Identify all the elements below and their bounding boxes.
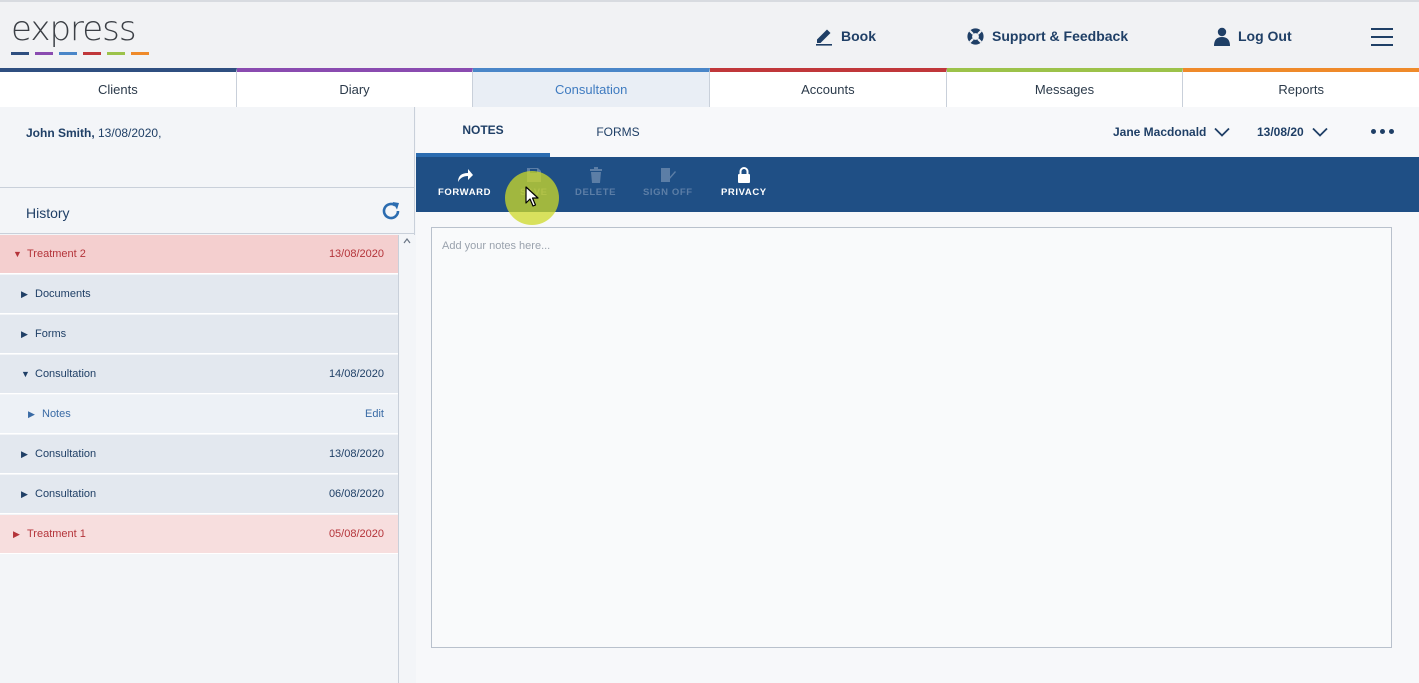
patient-info: John Smith, 13/08/2020,	[0, 107, 415, 188]
practitioner-name: Jane Macdonald	[1113, 125, 1207, 139]
tree-row-notes[interactable]: ▶ Notes Edit	[0, 395, 398, 434]
book-link[interactable]: Book	[814, 24, 876, 48]
row-label: Treatment 1	[27, 528, 86, 540]
tree-row-consultation[interactable]: ▼ Consultation 14/08/2020	[0, 355, 398, 394]
row-label: Notes	[42, 408, 71, 420]
app-header: express Book Support & Feedback Log Out	[0, 0, 1419, 68]
patient-name: John Smith,	[26, 126, 95, 140]
nav-tab-accounts[interactable]: Accounts	[710, 68, 947, 107]
trash-icon	[589, 167, 602, 183]
tree-row-treatment-1[interactable]: ▶ Treatment 1 05/08/2020	[0, 515, 398, 554]
nav-tab-messages[interactable]: Messages	[946, 68, 1184, 107]
history-panel: John Smith, 13/08/2020, History ▼ Treatm…	[0, 107, 415, 683]
sign-off-label: SIGN OFF	[643, 187, 693, 198]
notes-textarea[interactable]	[431, 227, 1392, 648]
sign-off-button[interactable]: SIGN OFF	[643, 167, 693, 198]
row-label: Consultation	[35, 368, 97, 380]
delete-button[interactable]: DELETE	[575, 167, 616, 198]
main-nav: Clients Diary Consultation Accounts Mess…	[0, 68, 1419, 107]
date-dropdown[interactable]: 13/08/20	[1257, 125, 1328, 139]
nav-tab-reports[interactable]: Reports	[1183, 68, 1419, 107]
row-date: 13/08/2020	[328, 448, 384, 460]
history-title: History	[26, 205, 70, 221]
edit-link[interactable]: Edit	[365, 408, 384, 420]
more-options-icon[interactable]	[1371, 129, 1394, 134]
notes-toolbar: FORWARD SAVE DELETE SIGN OFF PRIVACY	[416, 157, 1419, 212]
forward-label: FORWARD	[438, 187, 492, 198]
book-label: Book	[841, 28, 876, 44]
save-label: SAVE	[520, 187, 548, 198]
tree-row-forms[interactable]: ▶ Forms	[0, 315, 398, 354]
caret-right-icon[interactable]: ▶	[21, 329, 28, 340]
row-label: Treatment 2	[27, 248, 86, 260]
row-date: 14/08/2020	[328, 368, 384, 380]
delete-label: DELETE	[575, 187, 617, 198]
row-label: Documents	[35, 288, 91, 300]
practitioner-dropdown[interactable]: Jane Macdonald	[1113, 125, 1230, 139]
privacy-label: PRIVACY	[721, 187, 767, 198]
patient-date: 13/08/2020,	[94, 126, 162, 140]
tree-row-consultation[interactable]: ▶ Consultation 06/08/2020	[0, 475, 398, 514]
logo-text: express	[11, 9, 137, 49]
sign-document-icon	[660, 168, 676, 182]
nav-tab-clients[interactable]: Clients	[0, 68, 237, 107]
caret-down-icon[interactable]: ▼	[13, 249, 22, 259]
caret-right-icon[interactable]: ▶	[21, 289, 28, 300]
row-label: Consultation	[35, 488, 97, 500]
tree-row-treatment-2[interactable]: ▼ Treatment 2 13/08/2020	[0, 235, 398, 274]
express-logo[interactable]: express	[11, 12, 149, 55]
lifebuoy-icon	[967, 27, 984, 45]
refresh-icon[interactable]	[380, 200, 402, 222]
logo-bar	[11, 52, 29, 55]
forward-arrow-icon	[457, 169, 473, 182]
pencil-icon	[816, 29, 832, 46]
row-date: 13/08/2020	[328, 248, 384, 260]
save-icon	[526, 168, 541, 182]
logo-bar	[131, 52, 149, 55]
nav-tab-diary[interactable]: Diary	[236, 68, 474, 107]
consultation-tabs: NOTES FORMS Jane Macdonald 13/08/20	[416, 107, 1419, 157]
consultation-date: 13/08/20	[1257, 125, 1304, 139]
caret-right-icon[interactable]: ▶	[21, 449, 28, 460]
row-date: 06/08/2020	[328, 488, 384, 500]
history-tree: ▼ Treatment 2 13/08/2020 ▶ Documents ▶ F…	[0, 235, 398, 683]
consultation-panel: NOTES FORMS Jane Macdonald 13/08/20 FORW…	[416, 107, 1419, 683]
save-button[interactable]: SAVE	[520, 167, 548, 198]
row-date: 05/08/2020	[328, 528, 384, 540]
privacy-button[interactable]: PRIVACY	[721, 167, 767, 198]
logout-label: Log Out	[1238, 28, 1292, 44]
tab-forms[interactable]: FORMS	[551, 107, 685, 157]
caret-down-icon[interactable]: ▼	[21, 369, 30, 379]
logo-color-bars	[11, 52, 149, 55]
history-scrollbar[interactable]	[398, 235, 415, 683]
tree-row-documents[interactable]: ▶ Documents	[0, 275, 398, 314]
logo-bar	[107, 52, 125, 55]
tree-row-consultation[interactable]: ▶ Consultation 13/08/2020	[0, 435, 398, 474]
chevron-down-icon	[1312, 127, 1328, 137]
hamburger-menu-icon[interactable]	[1371, 28, 1393, 46]
history-header: History	[0, 188, 415, 234]
lock-icon	[737, 167, 750, 183]
logo-bar	[35, 52, 53, 55]
logout-link[interactable]: Log Out	[1213, 24, 1292, 48]
chevron-down-icon	[1214, 127, 1230, 137]
support-feedback-label: Support & Feedback	[992, 28, 1129, 44]
caret-right-icon[interactable]: ▶	[21, 489, 28, 500]
support-feedback-link[interactable]: Support & Feedback	[966, 24, 1128, 48]
forward-button[interactable]: FORWARD	[438, 167, 491, 198]
row-label: Consultation	[35, 448, 97, 460]
row-label: Forms	[35, 328, 67, 340]
caret-right-icon[interactable]: ▶	[13, 529, 20, 540]
user-icon	[1214, 27, 1230, 46]
tab-notes[interactable]: NOTES	[416, 107, 550, 157]
caret-right-icon[interactable]: ▶	[28, 409, 35, 420]
logo-bar	[83, 52, 101, 55]
nav-tab-consultation[interactable]: Consultation	[473, 68, 711, 107]
chevron-up-icon[interactable]	[403, 237, 411, 245]
logo-bar	[59, 52, 77, 55]
